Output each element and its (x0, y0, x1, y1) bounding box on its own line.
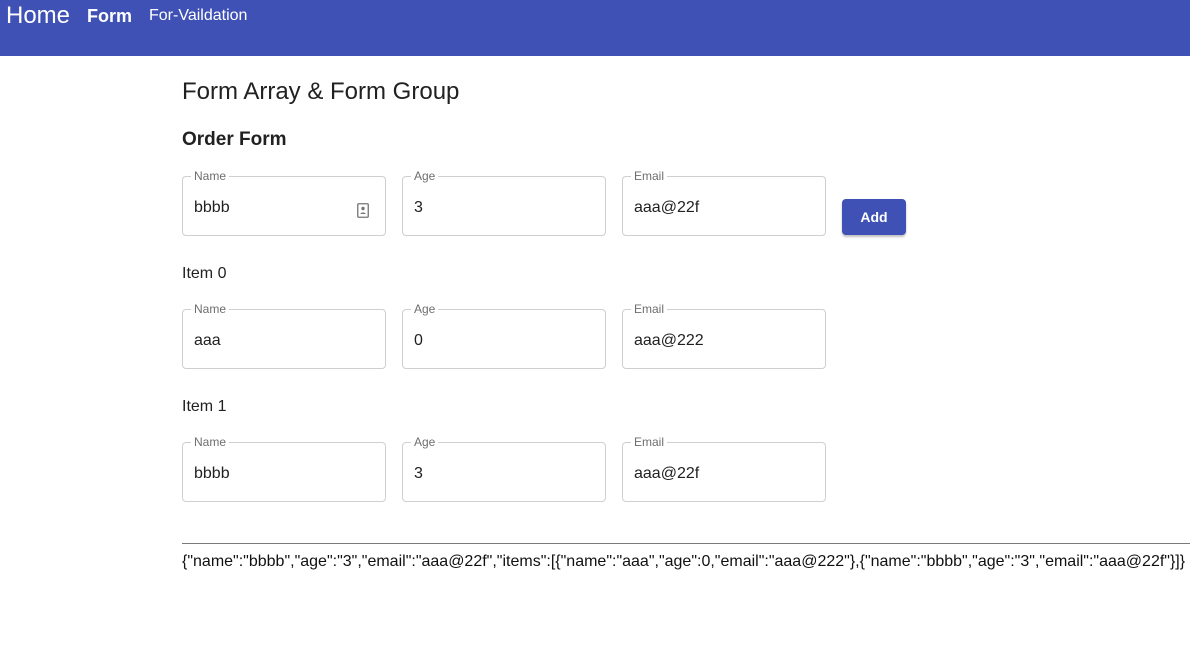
item-1-email-field[interactable]: Email (622, 435, 826, 502)
nav-home-link[interactable]: Home (6, 2, 70, 30)
item-0-email-label: Email (631, 302, 668, 316)
main-name-input[interactable] (194, 197, 354, 219)
item-1-age-input[interactable] (414, 463, 574, 485)
main-name-label: Name (191, 169, 230, 183)
item-1-name-field[interactable]: Name (182, 435, 386, 502)
item-0-name-field[interactable]: Name (182, 302, 386, 369)
item-1-email-input[interactable] (634, 463, 794, 485)
top-toolbar: Home Form For-Vaildation (0, 0, 1190, 56)
item-1-name-label: Name (191, 435, 230, 449)
horizontal-divider (182, 543, 1190, 544)
item-0-age-label: Age (411, 302, 439, 316)
item-1-email-label: Email (631, 435, 668, 449)
item-1-age-field[interactable]: Age (402, 435, 606, 502)
contact-card-icon[interactable] (357, 203, 369, 218)
item-1-name-input[interactable] (194, 463, 354, 485)
item-0-age-input[interactable] (414, 330, 574, 352)
add-button[interactable]: Add (842, 199, 906, 235)
order-form-title: Order Form (182, 129, 287, 150)
main-age-input[interactable] (414, 197, 574, 219)
item-0-title: Item 0 (182, 265, 227, 282)
main-email-input[interactable] (634, 197, 794, 219)
nav-validation-link[interactable]: For-Vaildation (149, 7, 247, 25)
main-age-label: Age (411, 169, 439, 183)
item-1-age-label: Age (411, 435, 439, 449)
page-title: Form Array & Form Group (182, 78, 460, 105)
item-0-email-input[interactable] (634, 330, 794, 352)
main-email-label: Email (631, 169, 668, 183)
item-1-title: Item 1 (182, 398, 227, 415)
item-0-name-label: Name (191, 302, 230, 316)
main-name-field[interactable]: Name (182, 169, 386, 236)
item-0-name-input[interactable] (194, 330, 354, 352)
nav-form-link[interactable]: Form (87, 6, 132, 27)
item-0-email-field[interactable]: Email (622, 302, 826, 369)
item-0-age-field[interactable]: Age (402, 302, 606, 369)
form-json-output: {"name":"bbbb","age":"3","email":"aaa@22… (182, 553, 1186, 570)
main-age-field[interactable]: Age (402, 169, 606, 236)
main-email-field[interactable]: Email (622, 169, 826, 236)
